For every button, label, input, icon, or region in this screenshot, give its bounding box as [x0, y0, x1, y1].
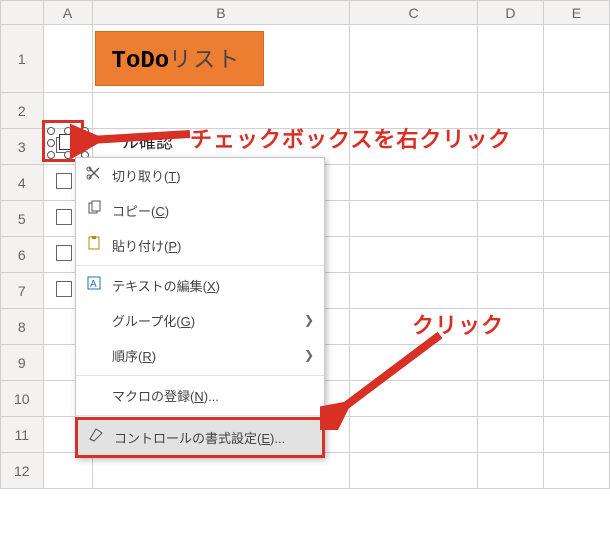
row-header-1[interactable]: 1: [1, 25, 44, 93]
menu-order[interactable]: 順序(R) ❯: [76, 338, 324, 373]
row-header-5[interactable]: 5: [1, 201, 44, 237]
row-header-11[interactable]: 11: [1, 417, 44, 453]
annotation-rightclick: チェックボックスを右クリック: [190, 122, 511, 154]
menu-macro[interactable]: マクロの登録(N)...: [76, 378, 324, 413]
row-header-12[interactable]: 12: [1, 453, 44, 489]
menu-group-label: グループ化(G): [112, 314, 195, 329]
menu-group[interactable]: グループ化(G) ❯: [76, 303, 324, 338]
menu-format-control[interactable]: コントロールの書式設定(E)...: [78, 420, 322, 455]
col-header-c[interactable]: C: [350, 1, 478, 25]
checkbox-selected[interactable]: [51, 131, 85, 155]
menu-edit-text[interactable]: A テキストの編集(X): [76, 268, 324, 303]
menu-format-highlight: コントロールの書式設定(E)...: [75, 417, 325, 458]
chevron-right-icon: ❯: [304, 313, 314, 327]
svg-text:A: A: [90, 279, 97, 290]
checkbox-row4[interactable]: [56, 173, 72, 189]
text-edit-icon: A: [86, 275, 102, 291]
annotation-click: クリック: [412, 308, 504, 340]
menu-copy[interactable]: コピー(C): [76, 193, 324, 228]
col-header-b[interactable]: B: [92, 1, 350, 25]
format-icon: [88, 427, 104, 443]
scissors-icon: [86, 165, 102, 181]
task-text-fragment: ル確認: [122, 128, 173, 153]
row-header-6[interactable]: 6: [1, 237, 44, 273]
col-header-a[interactable]: A: [43, 1, 92, 25]
menu-format-control-label: コントロールの書式設定(E)...: [114, 431, 285, 446]
menu-edit-text-label: テキストの編集(X): [112, 279, 220, 294]
row-header-9[interactable]: 9: [1, 345, 44, 381]
row-header-10[interactable]: 10: [1, 381, 44, 417]
chevron-right-icon: ❯: [304, 348, 314, 362]
col-header-e[interactable]: E: [543, 1, 609, 25]
row-header-3[interactable]: 3: [1, 129, 44, 165]
menu-copy-label: コピー(C): [112, 204, 169, 219]
menu-macro-label: マクロの登録(N)...: [112, 389, 219, 404]
checkbox-row7[interactable]: [56, 281, 72, 297]
row-header-7[interactable]: 7: [1, 273, 44, 309]
menu-order-label: 順序(R): [112, 349, 156, 364]
menu-cut[interactable]: 切り取り(T): [76, 158, 324, 193]
checkbox-row5[interactable]: [56, 209, 72, 225]
checkbox-row6[interactable]: [56, 245, 72, 261]
menu-paste[interactable]: 貼り付け(P): [76, 228, 324, 263]
row-header-2[interactable]: 2: [1, 93, 44, 129]
selected-checkbox-highlight: [42, 120, 84, 162]
row-header-4[interactable]: 4: [1, 165, 44, 201]
context-menu: 切り取り(T) コピー(C) 貼り付け(P) A テキストの編集(X) グループ…: [75, 157, 325, 458]
paste-icon: [86, 235, 102, 251]
copy-icon: [86, 200, 102, 216]
row-header-8[interactable]: 8: [1, 309, 44, 345]
todo-title: ToDoリスト: [95, 31, 265, 86]
menu-cut-label: 切り取り(T): [112, 169, 181, 184]
col-header-d[interactable]: D: [477, 1, 543, 25]
menu-paste-label: 貼り付け(P): [112, 239, 181, 254]
